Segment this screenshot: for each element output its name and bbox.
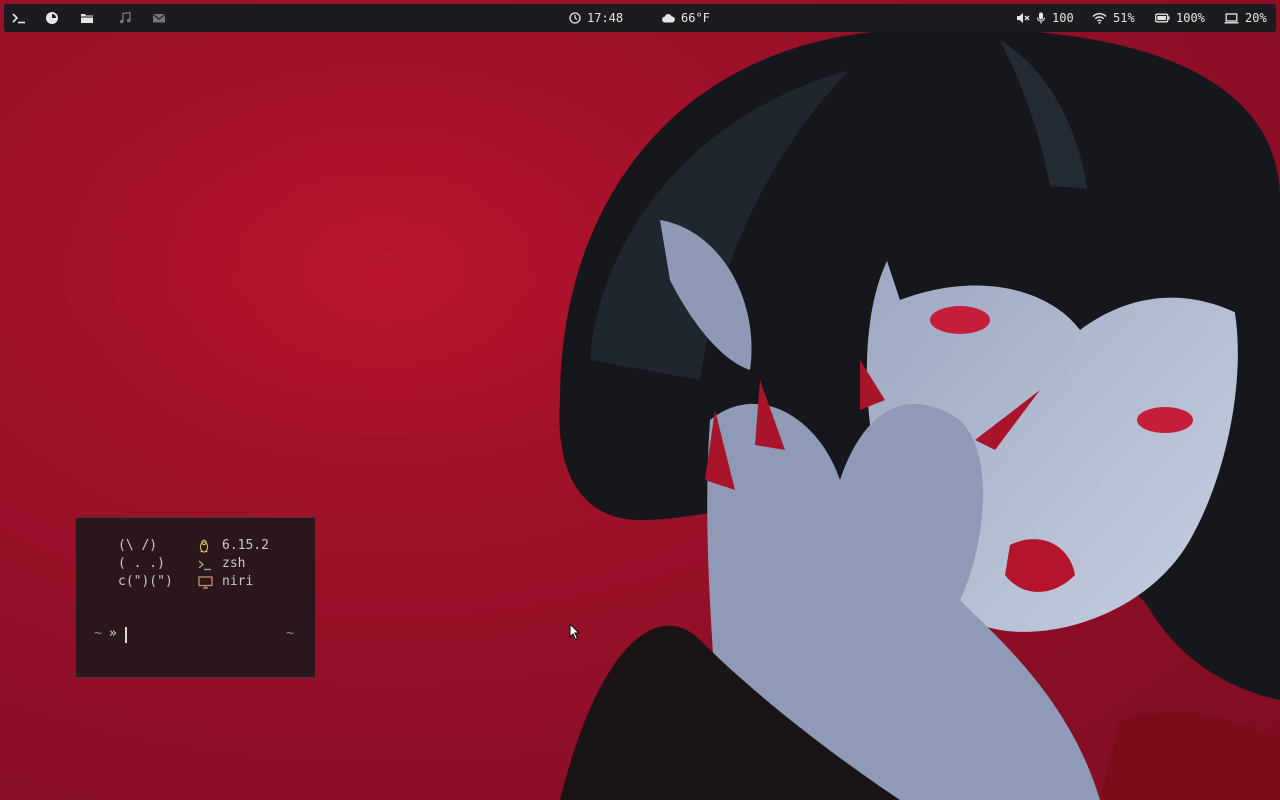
- shell-name: zsh: [222, 556, 246, 571]
- window-manager-name: niri: [222, 574, 254, 589]
- clock-widget[interactable]: 17:48: [569, 4, 623, 32]
- shell-prompt-icon: [198, 560, 211, 571]
- folder-icon: [81, 14, 93, 23]
- desktop: 17:48 66°F 100 51% 100% 20% (\ /) (. .)…: [0, 0, 1280, 800]
- clock-text: 17:48: [587, 11, 624, 25]
- workspace-mail[interactable]: [152, 4, 166, 32]
- mail-icon: [152, 14, 166, 23]
- battery-icon: [1155, 13, 1170, 23]
- right-prompt: ~: [286, 626, 294, 641]
- terminal-window[interactable]: (\ /) ( . .) c(")(") 6.15.2 zsh niri ~ »…: [75, 517, 316, 678]
- ascii-art-line-2: ( . .): [118, 556, 165, 571]
- ascii-art-line-3: c(")("): [118, 574, 173, 589]
- prompt-path: ~: [94, 626, 102, 641]
- brightness-widget[interactable]: 20%: [1224, 4, 1267, 32]
- workspace-files[interactable]: [80, 4, 94, 32]
- music-icon: [120, 11, 131, 24]
- status-bar: 17:48 66°F 100 51% 100% 20%: [4, 4, 1276, 32]
- monitor-icon: [198, 576, 213, 589]
- mouse-pointer-icon: [569, 623, 581, 641]
- workspace-music[interactable]: [118, 4, 132, 32]
- volume-muted-icon: [1017, 13, 1030, 23]
- weather-widget[interactable]: 66°F: [661, 4, 710, 32]
- laptop-icon: [1224, 12, 1239, 23]
- cloud-icon: [662, 14, 675, 23]
- battery-level: 100%: [1176, 11, 1205, 25]
- wifi-widget[interactable]: 51%: [1092, 4, 1135, 32]
- kernel-version: 6.15.2: [222, 538, 269, 553]
- microphone-icon: [1036, 12, 1046, 24]
- weather-temp: 66°F: [681, 11, 710, 25]
- terminal-icon: [12, 13, 25, 24]
- battery-widget[interactable]: 100%: [1155, 4, 1205, 32]
- wifi-icon: [1092, 13, 1107, 24]
- prompt-symbol: »: [109, 626, 117, 641]
- volume-level: 100: [1052, 11, 1074, 25]
- wallpaper-image: [0, 0, 1280, 800]
- workspace-terminal[interactable]: [12, 4, 26, 32]
- workspace-browser[interactable]: [45, 4, 59, 32]
- text-cursor: [125, 627, 127, 643]
- audio-widget[interactable]: 100: [1016, 4, 1074, 32]
- browser-icon: [46, 12, 58, 24]
- brightness-level: 20%: [1245, 11, 1267, 25]
- wifi-strength: 51%: [1113, 11, 1135, 25]
- linux-tux-icon: [199, 539, 209, 553]
- ascii-art-line-1: (\ /): [118, 538, 158, 553]
- clock-icon: [569, 12, 581, 24]
